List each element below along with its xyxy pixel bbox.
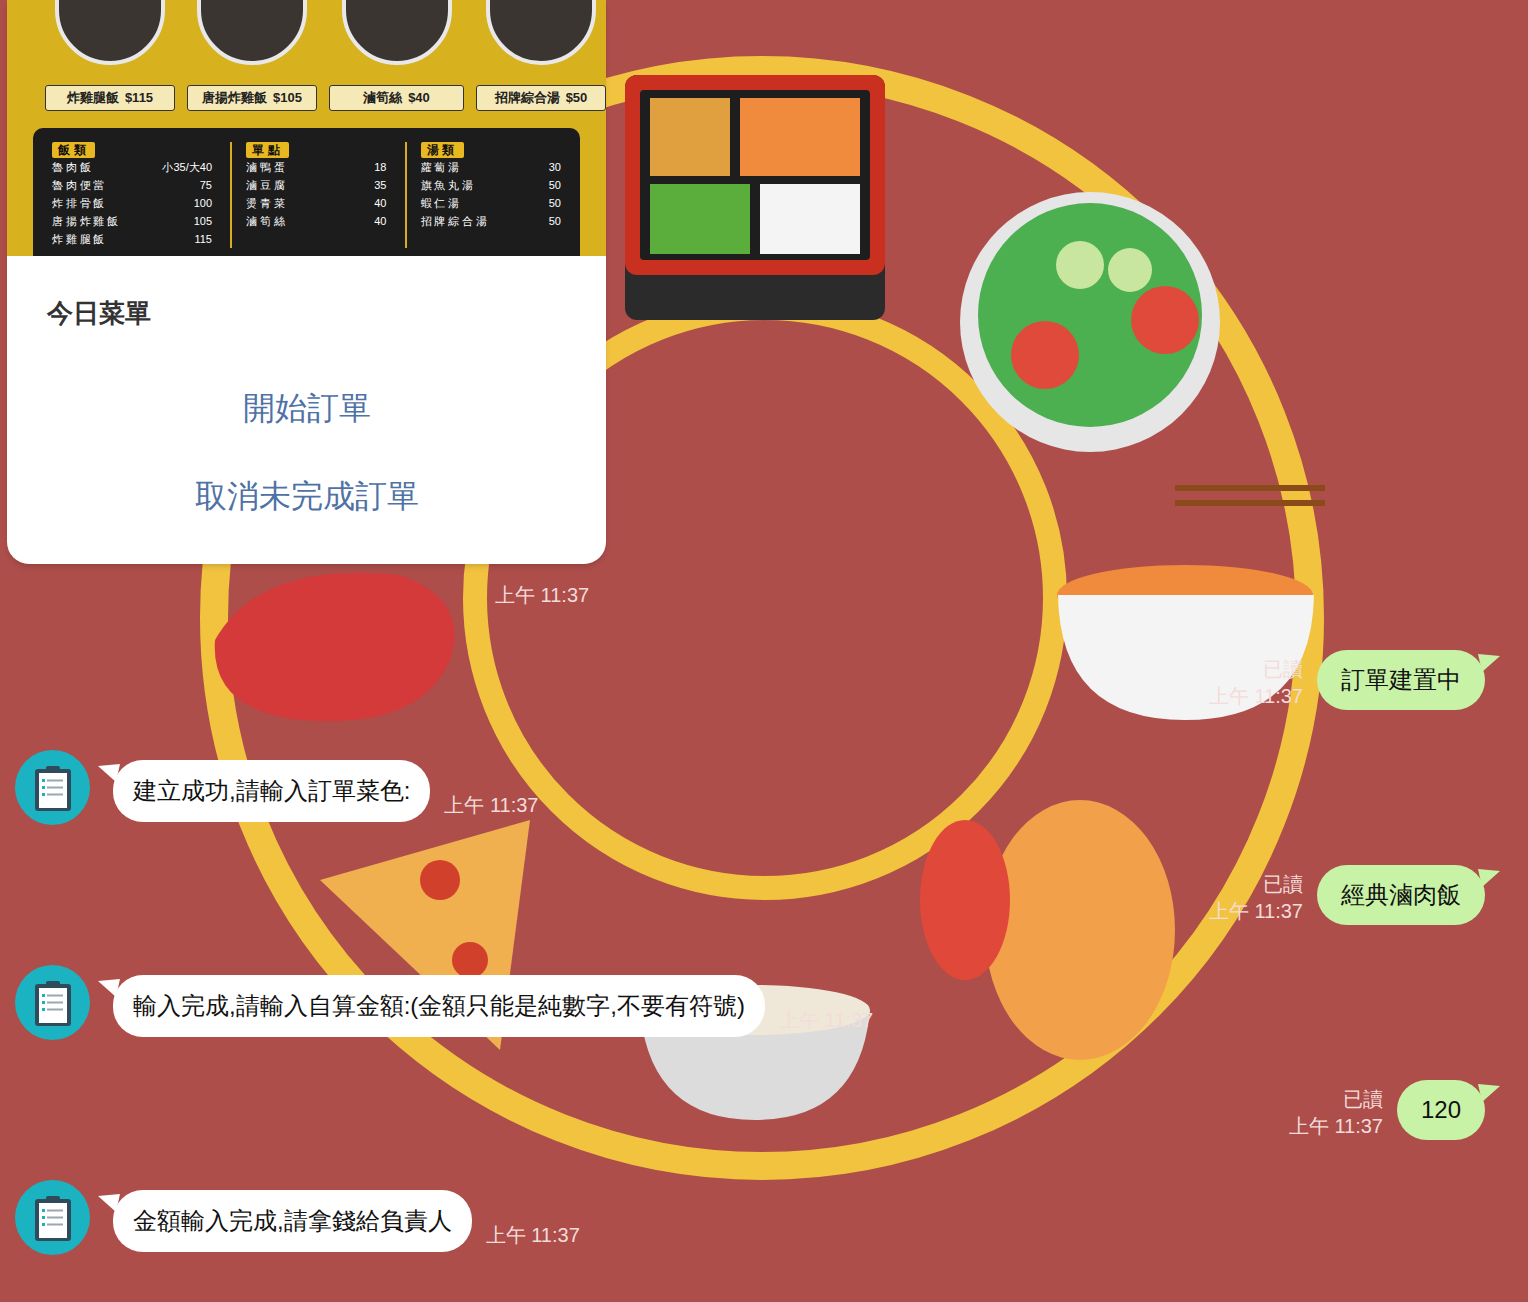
menu-item: 魯肉飯小35/大40 — [52, 158, 212, 176]
user-message: 已讀上午 11:37 120 — [0, 1080, 1528, 1140]
section-title: 湯類 — [421, 142, 464, 158]
bubble-tail-icon — [1478, 869, 1500, 887]
message-meta: 已讀上午 11:37 — [1209, 656, 1303, 710]
menu-card-title: 今日菜單 — [7, 296, 606, 330]
message-meta: 已讀上午 11:37 — [1209, 871, 1303, 925]
menu-board: 飯類魯肉飯小35/大40魯肉便當75炸排骨飯100唐揚炸雞飯105炸雞腿飯115… — [33, 128, 580, 257]
menu-image: 炸雞腿飯$115 唐揚炸雞飯$105 滷筍絲$40 招牌綜合湯$50 飯類魯肉飯小35/… — [7, 0, 606, 256]
bot-bubble: 金額輸入完成,請拿錢給負責人 — [113, 1190, 472, 1252]
chat-list: 炸雞腿飯$115 唐揚炸雞飯$105 滷筍絲$40 招牌綜合湯$50 飯類魯肉飯小35/… — [0, 0, 1528, 1255]
menu-action-button[interactable]: 取消未完成訂單 — [195, 472, 419, 520]
user-message: 已讀上午 11:37 訂單建置中 — [0, 650, 1528, 710]
dish-label: 招牌綜合湯$50 — [476, 85, 606, 111]
bubble-tail-icon — [1478, 654, 1500, 672]
menu-card: 炸雞腿飯$115 唐揚炸雞飯$105 滷筍絲$40 招牌綜合湯$50 飯類魯肉飯小35/… — [7, 0, 606, 564]
user-bubble: 120 — [1397, 1080, 1485, 1140]
menu-item: 蘿蔔湯30 — [421, 158, 562, 176]
dish-photo — [55, 0, 165, 65]
featured-dish: 唐揚炸雞飯$105 — [187, 0, 317, 111]
read-status: 已讀 — [1343, 1086, 1383, 1113]
featured-dish: 招牌綜合湯$50 — [476, 0, 606, 111]
user-message: 已讀上午 11:37 經典滷肉飯 — [0, 865, 1528, 925]
bot-message: 建立成功,請輸入訂單菜色: 上午 11:37 — [0, 750, 1528, 825]
bubble-tail-icon — [98, 1194, 120, 1212]
menu-item: 滷鴨蛋18 — [246, 158, 387, 176]
shrimp-icon — [920, 800, 1175, 1060]
read-status: 已讀 — [1263, 656, 1303, 683]
message-time: 上午 11:37 — [1289, 1113, 1383, 1140]
message-time: 上午 11:37 — [486, 1220, 580, 1250]
menu-section: 單點滷鴨蛋18滷豆腐35燙青菜40滷筍絲40 — [230, 142, 387, 248]
message-time: 上午 11:37 — [1209, 683, 1303, 710]
clipboard-icon — [33, 764, 73, 812]
menu-item: 招牌綜合湯50 — [421, 212, 562, 230]
menu-item: 唐揚炸雞飯105 — [52, 212, 212, 230]
clipboard-icon — [33, 1194, 73, 1242]
featured-dish: 炸雞腿飯$115 — [45, 0, 175, 111]
message-time: 上午 11:37 — [444, 790, 538, 820]
menu-action-button[interactable]: 開始訂單 — [243, 384, 371, 432]
menu-section: 湯類蘿蔔湯30旗魚丸湯50蝦仁湯50招牌綜合湯50 — [405, 142, 562, 248]
salad-icon — [960, 192, 1220, 452]
steak-icon — [215, 573, 455, 722]
user-bubble: 經典滷肉飯 — [1317, 865, 1485, 925]
menu-item: 炸雞腿飯115 — [52, 230, 212, 248]
clipboard-icon — [33, 979, 73, 1027]
bot-message: 輸入完成,請輸入自算金額:(金額只能是純數字,不要有符號) 上午 11:37 — [0, 965, 1528, 1040]
menu-item: 滷筍絲40 — [246, 212, 387, 230]
menu-item: 燙青菜40 — [246, 194, 387, 212]
bot-avatar[interactable] — [15, 1180, 90, 1255]
bot-message: 金額輸入完成,請拿錢給負責人上午 11:37 — [0, 1180, 1528, 1255]
menu-item: 滷豆腐35 — [246, 176, 387, 194]
menu-item: 旗魚丸湯50 — [421, 176, 562, 194]
read-status: 已讀 — [1263, 871, 1303, 898]
dish-label: 滷筍絲$40 — [329, 85, 464, 111]
bot-avatar[interactable] — [15, 750, 90, 825]
menu-item: 蝦仁湯50 — [421, 194, 562, 212]
bot-bubble: 建立成功,請輸入訂單菜色: — [113, 760, 430, 822]
dish-photo — [342, 0, 452, 65]
dish-label: 唐揚炸雞飯$105 — [187, 85, 317, 111]
menu-item: 魯肉便當75 — [52, 176, 212, 194]
message-time: 上午 11:37 — [495, 584, 589, 606]
chat-screen: 炸雞腿飯$115 唐揚炸雞飯$105 滷筍絲$40 招牌綜合湯$50 飯類魯肉飯小35/… — [0, 0, 1528, 1302]
dish-photo — [197, 0, 307, 65]
bot-avatar[interactable] — [15, 965, 90, 1040]
message-time: 上午 11:37 — [1209, 898, 1303, 925]
menu-section: 飯類魯肉飯小35/大40魯肉便當75炸排骨飯100唐揚炸雞飯105炸雞腿飯115 — [52, 142, 212, 248]
bubble-tail-icon — [98, 979, 120, 997]
section-title: 單點 — [246, 142, 289, 158]
section-title: 飯類 — [52, 142, 95, 158]
noodle-bowl-icon — [1057, 485, 1325, 720]
message-time: 上午 11:37 — [779, 1005, 873, 1035]
bubble-tail-icon — [1478, 1084, 1500, 1102]
dish-label: 炸雞腿飯$115 — [45, 85, 175, 111]
dish-photo — [486, 0, 596, 65]
menu-item: 炸排骨飯100 — [52, 194, 212, 212]
message-meta: 已讀上午 11:37 — [1289, 1086, 1383, 1140]
bubble-tail-icon — [98, 764, 120, 782]
user-bubble: 訂單建置中 — [1317, 650, 1485, 710]
bot-bubble: 輸入完成,請輸入自算金額:(金額只能是純數字,不要有符號) — [113, 975, 765, 1037]
featured-dish: 滷筍絲$40 — [329, 0, 464, 111]
bento-icon — [625, 75, 885, 320]
